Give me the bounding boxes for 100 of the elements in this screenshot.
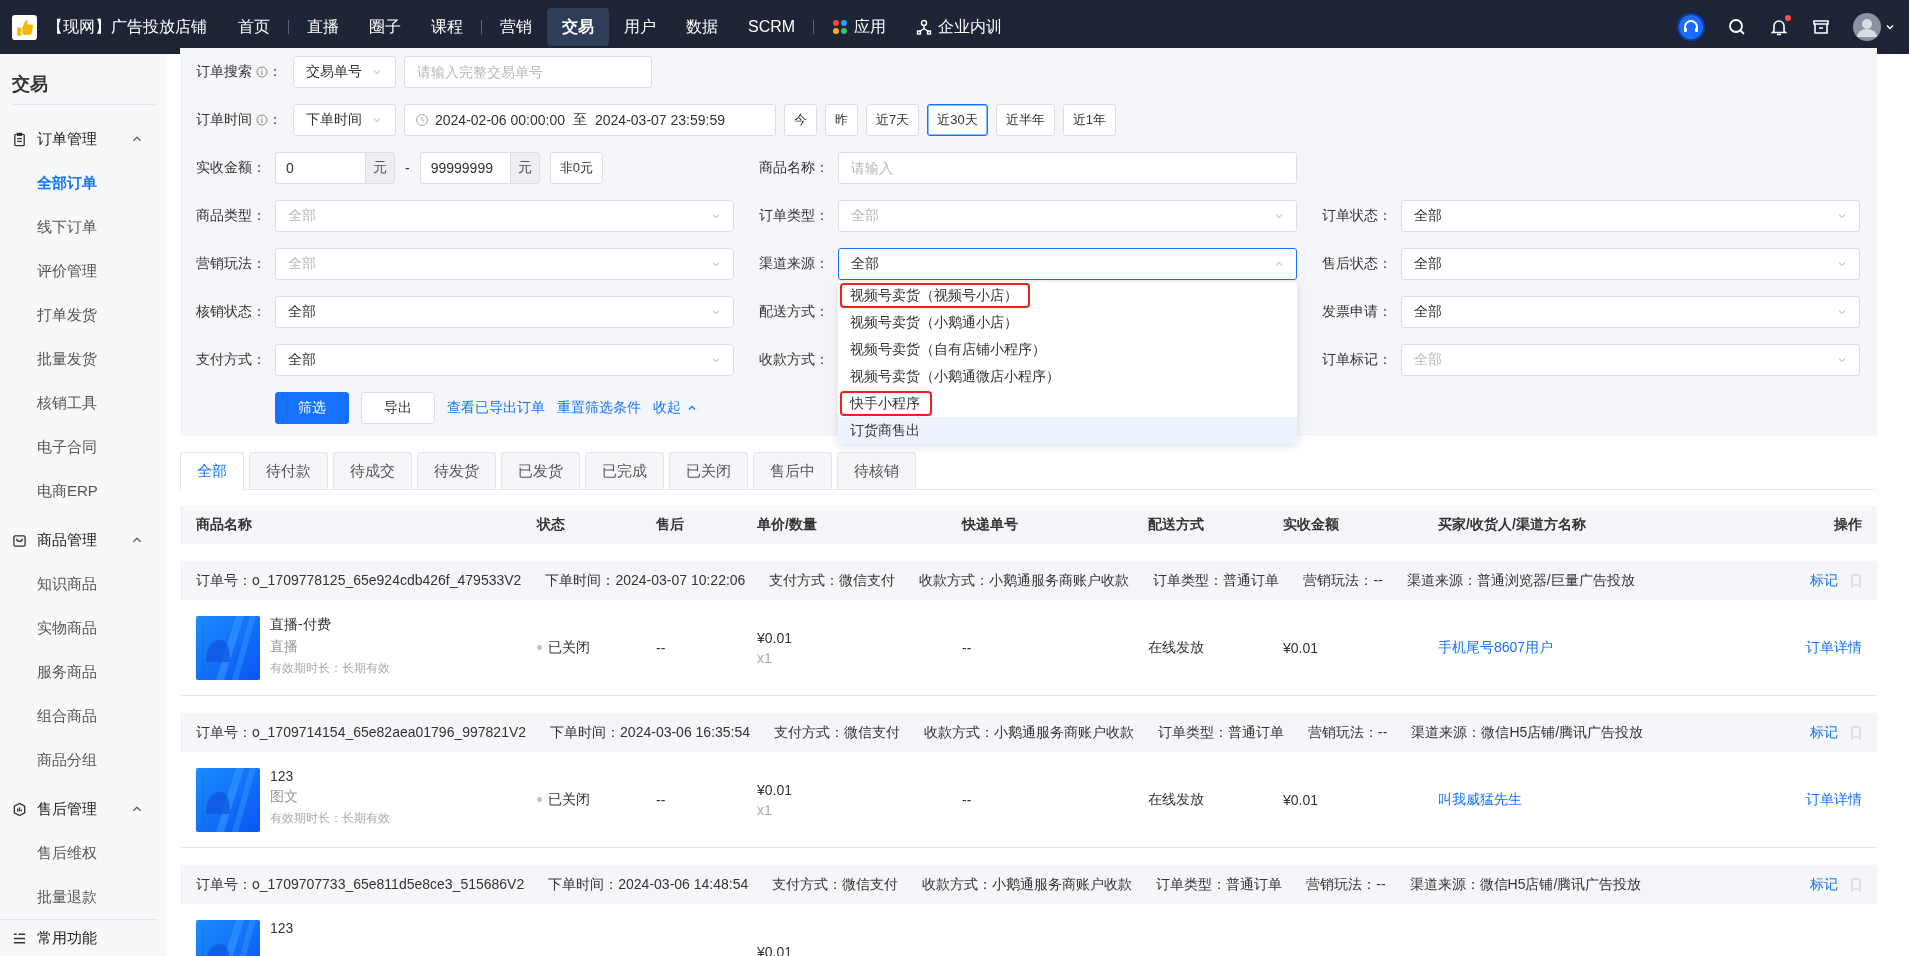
unit-price: ¥0.01 <box>757 943 794 956</box>
buyer-link[interactable]: 手机尾号8607用户 <box>1438 638 1554 657</box>
order-meta: 订单号：o_1709707733_65e811d5e8ce3_515686V2 <box>196 875 525 894</box>
status-tab[interactable]: 待付款 <box>249 452 328 489</box>
select-field[interactable]: 全部 <box>1401 296 1860 328</box>
sidebar-item[interactable]: 批量退款 <box>0 875 167 920</box>
select-field[interactable]: 交易单号 <box>293 56 396 88</box>
input-field[interactable]: 99999999 <box>419 152 510 184</box>
status-tab[interactable]: 售后中 <box>753 452 832 489</box>
order-detail-link[interactable]: 订单详情 <box>1806 638 1862 657</box>
sidebar-item[interactable]: 评价管理 <box>0 249 167 294</box>
unit-price: ¥0.01 <box>757 781 794 798</box>
field-label: 订单状态： <box>1322 207 1393 225</box>
dropdown-option[interactable]: 视频号卖货（自有店铺小程序） <box>838 336 1297 363</box>
search-icon[interactable] <box>1727 17 1747 37</box>
text-link[interactable]: 查看已导出订单 <box>447 399 545 417</box>
order-meta: 营销玩法：-- <box>1303 571 1383 590</box>
order-detail-link[interactable]: 订单详情 <box>1806 790 1862 809</box>
store-name: 【现网】广告投放店铺 <box>47 16 207 37</box>
non-zero-button[interactable]: 非0元 <box>549 152 603 184</box>
mark-link[interactable]: 标记 <box>1810 571 1838 590</box>
nav-tab[interactable]: SCRM <box>733 8 811 46</box>
order-meta: 渠道来源：普通浏览器/巨量广告投放 <box>1406 571 1635 590</box>
status-tab[interactable]: 已关闭 <box>669 452 748 489</box>
nav-tab[interactable]: 企业内训 <box>901 8 1018 46</box>
export-button[interactable]: 导出 <box>361 392 435 424</box>
sidebar-item[interactable]: 核销工具 <box>0 381 167 426</box>
table-cell: -- <box>656 639 666 656</box>
caret-icon <box>711 307 721 317</box>
quick-range-button[interactable]: 今 <box>784 104 817 136</box>
status-tab[interactable]: 已发货 <box>501 452 580 489</box>
select-field[interactable]: 全部 <box>275 344 734 376</box>
status-tab[interactable]: 待核销 <box>837 452 916 489</box>
logo-icon <box>12 14 37 40</box>
input-field[interactable]: 0 <box>275 152 365 184</box>
quantity: x1 <box>757 801 773 818</box>
nav-tab[interactable]: 首页 <box>223 8 285 46</box>
caret-icon[interactable] <box>1885 22 1895 32</box>
nav-tab[interactable]: 圈子 <box>354 8 416 46</box>
select-field[interactable]: 全部 <box>275 296 734 328</box>
sidebar-item[interactable]: 商品分组 <box>0 738 167 783</box>
select-field[interactable]: 全部 <box>1401 248 1860 280</box>
collapse-link[interactable]: 收起 <box>653 399 697 417</box>
mark-link[interactable]: 标记 <box>1810 875 1838 894</box>
status-tab[interactable]: 已完成 <box>585 452 664 489</box>
nav-tab[interactable]: 课程 <box>416 8 478 46</box>
sidebar-item[interactable]: 电子合同 <box>0 425 167 470</box>
sidebar-item[interactable]: 线下订单 <box>0 205 167 250</box>
select-field[interactable]: 全部 <box>838 248 1297 280</box>
status-tab[interactable]: 待成交 <box>333 452 412 489</box>
sidebar-item[interactable]: 知识商品 <box>0 562 167 607</box>
caret-icon <box>1837 307 1847 317</box>
select-field[interactable]: 全部 <box>1401 200 1860 232</box>
status-tab[interactable]: 待发货 <box>417 452 496 489</box>
nav-tab[interactable]: 直播 <box>292 8 354 46</box>
quick-range-button[interactable]: 近30天 <box>927 104 988 136</box>
sidebar-item[interactable]: 打单发货 <box>0 293 167 338</box>
dropdown-option[interactable]: 视频号卖货（小鹅通小店） <box>838 309 1297 336</box>
sidebar-item[interactable]: 组合商品 <box>0 694 167 739</box>
table-cell: 在线发放 <box>1148 790 1204 807</box>
status-tab[interactable]: 全部 <box>180 452 244 490</box>
dropdown-option[interactable]: 视频号卖货（视频号小店） <box>838 282 1297 309</box>
dropdown-option[interactable]: 订货商售出 <box>838 417 1297 444</box>
nav-tab[interactable]: 营销 <box>485 8 547 46</box>
nav-tab[interactable]: 数据 <box>671 8 733 46</box>
sidebar-item[interactable]: 全部订单 <box>0 161 167 206</box>
input-field[interactable]: 请输入 <box>838 152 1297 184</box>
sidebar-group[interactable]: 订单管理 <box>0 117 167 162</box>
quick-range-button[interactable]: 近半年 <box>995 104 1055 136</box>
filter-button[interactable]: 筛选 <box>275 392 349 424</box>
text-link[interactable]: 重置筛选条件 <box>557 399 641 417</box>
mark-link[interactable]: 标记 <box>1810 723 1838 742</box>
quick-range-button[interactable]: 昨 <box>825 104 858 136</box>
input-field[interactable]: 请输入完整交易单号 <box>404 56 652 88</box>
sidebar-group[interactable]: 商品管理 <box>0 518 167 563</box>
order-meta: 订单号：o_1709714154_65e82aea01796_997821V2 <box>196 723 527 742</box>
headset-icon[interactable] <box>1677 13 1705 41</box>
store-icon[interactable] <box>1811 17 1831 37</box>
nav-tab[interactable]: 交易 <box>547 8 609 46</box>
sidebar-group[interactable]: 售后管理 <box>0 787 167 832</box>
buyer-link[interactable]: 叫我威猛先生 <box>1438 790 1522 809</box>
nav-tab[interactable]: 用户 <box>609 8 671 46</box>
dropdown-option[interactable]: 快手小程序 <box>838 390 1297 417</box>
bell-icon[interactable] <box>1769 17 1789 37</box>
sidebar-item[interactable]: 电商ERP <box>0 469 167 514</box>
product-type: 图文 <box>270 787 299 806</box>
avatar[interactable] <box>1853 13 1881 41</box>
hierarchy-icon <box>916 19 933 35</box>
quick-range-button[interactable]: 近1年 <box>1062 104 1116 136</box>
sidebar-footer-item[interactable]: 常用功能 <box>0 919 157 956</box>
select-field[interactable]: 下单时间 <box>293 104 396 136</box>
dropdown-option[interactable]: 视频号卖货（小鹅通微店小程序） <box>838 363 1297 390</box>
sidebar-item[interactable]: 售后维权 <box>0 831 167 876</box>
sidebar-item[interactable]: 服务商品 <box>0 650 167 695</box>
nav-tab[interactable]: 应用 <box>817 8 902 46</box>
sidebar-item[interactable]: 实物商品 <box>0 606 167 651</box>
date-range-field[interactable]: 2024-02-06 00:00:00 至 2024-03-07 23:59:59 <box>404 104 776 136</box>
caret-icon <box>711 259 721 269</box>
quick-range-button[interactable]: 近7天 <box>866 104 920 136</box>
sidebar-item[interactable]: 批量发货 <box>0 337 167 382</box>
